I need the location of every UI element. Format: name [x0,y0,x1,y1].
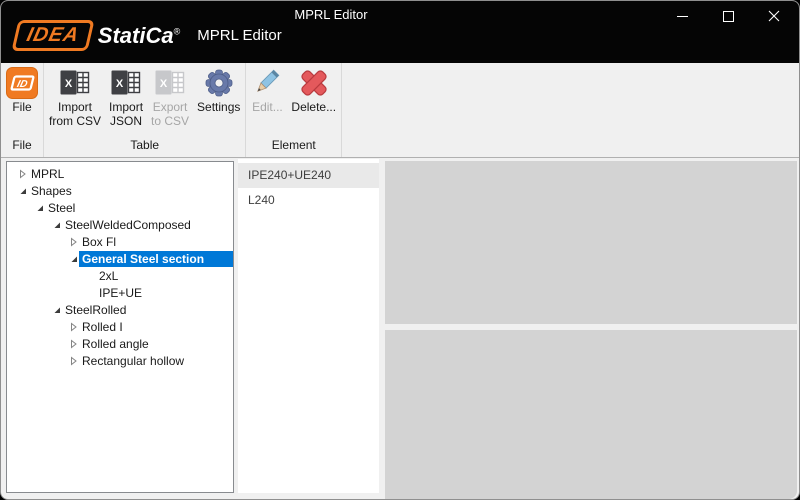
ribbon-group-label: Table [44,136,245,157]
expander-spacer [86,271,96,281]
tree-item-steelweldedcomposed[interactable]: SteelWeldedComposed [7,216,233,233]
ribbon-button-label: Delete... [291,100,336,114]
collapsed-expander-icon[interactable] [18,169,28,179]
close-button[interactable] [751,1,797,31]
ribbon-button-label: Export to CSV [151,100,189,128]
excel-disabled-icon: X [154,67,186,99]
detail-panel-top [385,161,797,324]
idea-file-icon: ID [6,67,38,99]
ribbon: IDFileFileXImport from CSVXImport JSONXE… [1,63,799,158]
ribbon-button-label: Import from CSV [49,100,101,128]
pencil-icon [251,67,283,99]
tree-item-label: Box Fl [79,234,119,250]
tree-item-steelrolled[interactable]: SteelRolled [7,301,233,318]
close-icon [768,10,780,22]
tree-item-label: Steel [45,200,78,216]
expanded-expander-icon[interactable] [52,220,62,230]
file-button[interactable]: IDFile [3,66,41,115]
detail-panel-bottom [385,330,797,499]
tree-item-rolled-angle[interactable]: Rolled angle [7,335,233,352]
svg-text:X: X [65,78,73,90]
expanded-expander-icon[interactable] [69,254,79,264]
tree-item-rectangular-hollow[interactable]: Rectangular hollow [7,352,233,369]
list-item-ipe240-ue240[interactable]: IPE240+UE240 [238,163,379,188]
window-controls [659,1,797,31]
ribbon-button-label: Import JSON [109,100,143,128]
expanded-expander-icon[interactable] [52,305,62,315]
tree-item-2xl[interactable]: 2xL [7,267,233,284]
edit-button[interactable]: Edit... [248,66,286,115]
tree-item-steel[interactable]: Steel [7,199,233,216]
delete-button[interactable]: Delete... [288,66,339,115]
ribbon-group-table: X Import from CSV X Import JSON X Export to C… [44,63,246,157]
title-bar: MPRL Editor IDEA StatiCa® MPRL Editor [1,1,799,63]
statica-logo-text: StatiCa® [98,23,180,49]
settings-button[interactable]: Settings [194,66,243,115]
export-to-csv-button[interactable]: X Export to CSV [148,66,192,129]
ribbon-group-element: Edit... Delete... Element [246,63,342,157]
tree-item-label: SteelRolled [62,302,129,318]
delete-x-icon [298,67,330,99]
collapsed-expander-icon[interactable] [69,339,79,349]
list-item-l240[interactable]: L240 [238,188,379,213]
tree-item-box-fl[interactable]: Box Fl [7,233,233,250]
tree-item-label: Rolled I [79,319,126,335]
tree-item-label: MPRL [28,166,67,182]
gear-icon [203,67,235,99]
ribbon-button-row: Edit... Delete... [246,63,341,136]
tree-item-ipe-ue[interactable]: IPE+UE [7,284,233,301]
tree-item-label: SteelWeldedComposed [62,217,194,233]
expanded-expander-icon[interactable] [35,203,45,213]
tree-item-label: 2xL [96,268,121,284]
list-panel: IPE240+UE240L240 [238,159,379,493]
tree-item-label: General Steel section [79,251,233,267]
ribbon-group-label: Element [246,136,341,157]
ribbon-button-row: IDFile [1,63,43,136]
excel-icon: X [59,67,91,99]
idea-logo-icon: IDEA [11,20,94,51]
collapsed-expander-icon[interactable] [69,322,79,332]
ribbon-group-label: File [1,136,43,157]
ribbon-groups: IDFileFileXImport from CSVXImport JSONXE… [1,63,342,157]
ribbon-button-row: X Import from CSV X Import JSON X Export to C… [44,63,245,136]
ribbon-button-label: File [12,100,31,114]
expanded-expander-icon[interactable] [18,186,28,196]
svg-text:X: X [160,78,168,90]
tree-item-label: IPE+UE [96,285,145,301]
ribbon-button-label: Edit... [252,100,283,114]
import-json-button[interactable]: X Import JSON [106,66,146,129]
registered-mark: ® [174,26,181,36]
import-from-csv-button[interactable]: X Import from CSV [46,66,104,129]
tree-item-label: Rectangular hollow [79,353,187,369]
tree-item-label: Rolled angle [79,336,152,352]
collapsed-expander-icon[interactable] [69,356,79,366]
ribbon-button-label: Settings [197,100,240,114]
svg-text:X: X [116,78,124,90]
tree-item-general-steel-section[interactable]: General Steel section [7,250,233,267]
maximize-icon [723,11,734,22]
minimize-button[interactable] [659,1,705,31]
excel-icon: X [110,67,142,99]
brand-logo: IDEA StatiCa® MPRL Editor [15,20,282,51]
minimize-icon [677,16,688,17]
app-name-label: MPRL Editor [197,27,281,44]
collapsed-expander-icon[interactable] [69,237,79,247]
app-window: MPRL Editor IDEA StatiCa® MPRL Editor ID… [0,0,800,500]
tree-panel: MPRLShapesSteelSteelWeldedComposedBox Fl… [6,161,234,493]
tree-item-rolled-i[interactable]: Rolled I [7,318,233,335]
ribbon-group-file: IDFileFile [1,63,44,157]
tree-item-label: Shapes [28,183,75,199]
tree-item-shapes[interactable]: Shapes [7,182,233,199]
tree-item-mprl[interactable]: MPRL [7,165,233,182]
maximize-button[interactable] [705,1,751,31]
expander-spacer [86,288,96,298]
